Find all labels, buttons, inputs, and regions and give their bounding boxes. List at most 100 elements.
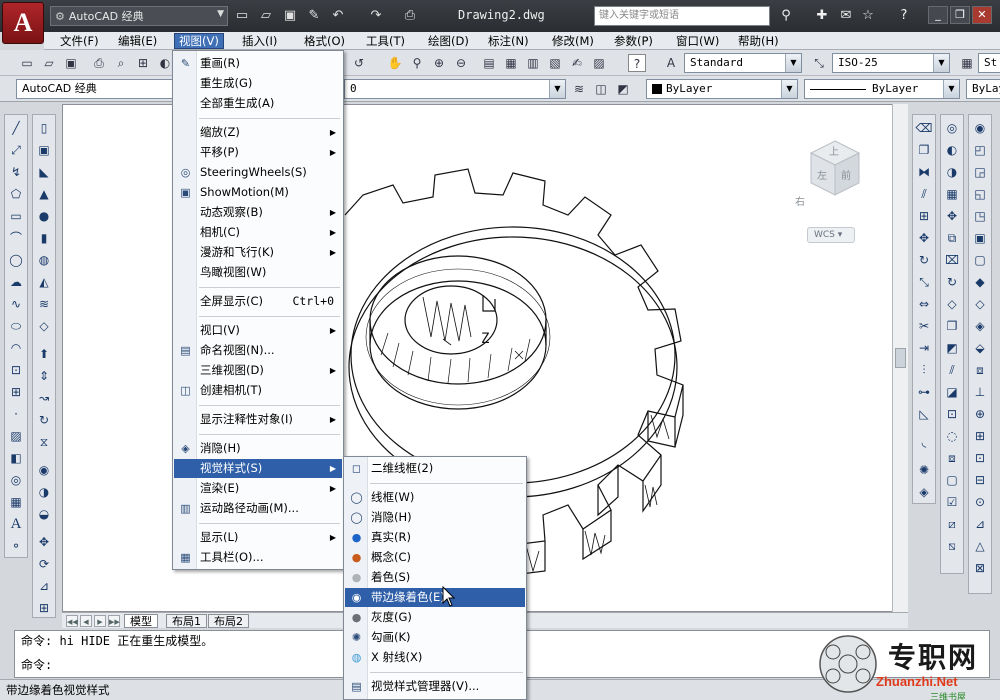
hatch-icon[interactable]: ▨ <box>7 427 25 445</box>
visual-style-item-4[interactable]: ● 真实(R) <box>345 528 525 547</box>
subscription-icon[interactable]: ✚ <box>812 6 832 26</box>
zoom-window-icon[interactable]: ⊕ <box>430 54 448 72</box>
front-view-icon[interactable]: ▣ <box>971 229 989 247</box>
mirror-icon[interactable]: ⧓ <box>915 163 933 181</box>
first-tab-icon[interactable]: ◀◀ <box>66 615 78 627</box>
line-icon[interactable]: ╱ <box>7 119 25 137</box>
view-menu-item-2[interactable]: 全部重生成(A) <box>174 94 342 113</box>
view-menu-item-13[interactable]: 全屏显示(C) Ctrl+0 <box>174 292 342 311</box>
ucs-object-icon[interactable]: ⊡ <box>971 449 989 467</box>
visual-style-item-10[interactable]: ◍ X 射线(X) <box>345 648 525 667</box>
view-menu-item-28[interactable]: ▦ 工具栏(O)... <box>174 548 342 567</box>
view-menu-item-16[interactable]: ▤ 命名视图(N)... <box>174 341 342 360</box>
top-view-icon[interactable]: ◰ <box>971 141 989 159</box>
check-icon[interactable]: ☑ <box>943 493 961 511</box>
menu-dimension[interactable]: 标注(N) <box>484 33 533 49</box>
polysolid-icon[interactable]: ▯ <box>35 119 53 137</box>
ucs-origin-icon[interactable]: ⊙ <box>971 493 989 511</box>
mtext-icon[interactable]: A <box>7 515 25 533</box>
offset-faces-icon[interactable]: ⧉ <box>943 229 961 247</box>
scroll-thumb[interactable] <box>895 348 906 368</box>
menu-parameters[interactable]: 参数(P) <box>610 33 657 49</box>
view-menu-item-11[interactable]: 鸟瞰视图(W) <box>174 263 342 282</box>
stretch-icon[interactable]: ⇔ <box>915 295 933 313</box>
prev-tab-icon[interactable]: ◀ <box>80 615 92 627</box>
menu-format[interactable]: 格式(O) <box>300 33 349 49</box>
extrude-faces-icon[interactable]: ▦ <box>943 185 961 203</box>
circle-icon[interactable]: ◯ <box>7 251 25 269</box>
clean-icon[interactable]: ◌ <box>943 427 961 445</box>
visual-style-item-5[interactable]: ● 概念(C) <box>345 548 525 567</box>
back-view-icon[interactable]: ▢ <box>971 251 989 269</box>
array-icon[interactable]: ⊞ <box>915 207 933 225</box>
table-icon[interactable]: ▦ <box>7 493 25 511</box>
rotate-icon[interactable]: ↻ <box>915 251 933 269</box>
view-menu-item-27[interactable]: 显示(L) ▶ <box>174 528 342 547</box>
viewcube-front[interactable]: 前 <box>841 167 851 182</box>
qnew-icon[interactable]: ▭ <box>18 54 36 72</box>
layer-select[interactable]: 0 ▼ <box>344 79 566 99</box>
command-prompt[interactable]: 命令: <box>21 657 52 673</box>
visual-style-item-9[interactable]: ✺ 勾画(K) <box>345 628 525 647</box>
sheet-set-icon[interactable]: ▧ <box>546 54 564 72</box>
favorites-icon[interactable]: ☆ <box>858 6 878 26</box>
publish-icon[interactable]: ⊞ <box>134 54 152 72</box>
print-icon[interactable]: ⎙ <box>400 6 420 26</box>
ucs-apply-icon[interactable]: ⊠ <box>971 559 989 577</box>
menu-insert[interactable]: 插入(I) <box>238 33 281 49</box>
binoculars-icon[interactable]: ⚲ <box>776 6 796 26</box>
3d-rotate-icon[interactable]: ⟳ <box>35 555 53 573</box>
last-tab-icon[interactable]: ▶▶ <box>108 615 120 627</box>
lineweight-select[interactable]: ByLayer <box>966 79 1000 99</box>
tool-palettes-icon[interactable]: ▥ <box>524 54 542 72</box>
view-menu-item-18[interactable]: ◫ 创建相机(T) <box>174 381 342 400</box>
color-faces-icon[interactable]: ◩ <box>943 339 961 357</box>
bottom-view-icon[interactable]: ◲ <box>971 163 989 181</box>
visual-style-item-8[interactable]: ● 灰度(G) <box>345 608 525 627</box>
view-menu-item-20[interactable]: 显示注释性对象(I) ▶ <box>174 410 342 429</box>
minimize-button[interactable]: _ <box>928 6 948 24</box>
ucs-view-icon[interactable]: ⊟ <box>971 471 989 489</box>
layer-walk-icon[interactable]: ◩ <box>614 80 632 98</box>
save-as-icon[interactable]: ✎ <box>304 6 324 26</box>
cone-icon[interactable]: ▲ <box>35 185 53 203</box>
rotate-faces-icon[interactable]: ↻ <box>943 273 961 291</box>
shell-icon[interactable]: ▢ <box>943 471 961 489</box>
move-faces-icon[interactable]: ✥ <box>943 207 961 225</box>
save-toolbar-icon[interactable]: ▣ <box>62 54 80 72</box>
3d-move-icon[interactable]: ✥ <box>35 533 53 551</box>
construction-line-icon[interactable]: ⤢ <box>7 141 25 159</box>
text-style-icon[interactable]: A <box>662 54 680 72</box>
taper-faces-icon[interactable]: ◇ <box>943 295 961 313</box>
extrude-icon[interactable]: ⬆ <box>35 345 53 363</box>
presspull-icon[interactable]: ⇕ <box>35 367 53 385</box>
dim-style-icon[interactable]: ⤡ <box>810 54 828 72</box>
view-menu-item-23[interactable]: 视觉样式(S) ▶ <box>174 459 342 478</box>
visual-style-item-12[interactable]: ▤ 视觉样式管理器(V)... <box>345 677 525 696</box>
slice-icon[interactable]: ⧄ <box>943 515 961 533</box>
3d-array-icon[interactable]: ⊞ <box>35 599 53 617</box>
save-icon[interactable]: ▣ <box>280 6 300 26</box>
help-icon[interactable]: ? <box>894 6 914 26</box>
scale-icon[interactable]: ⤡ <box>915 273 933 291</box>
named-views-icon[interactable]: ◉ <box>971 119 989 137</box>
region-icon[interactable]: ◎ <box>7 471 25 489</box>
fillet-icon[interactable]: ◟ <box>915 433 933 451</box>
open-icon[interactable]: ▱ <box>40 54 58 72</box>
box-icon[interactable]: ▣ <box>35 141 53 159</box>
rectangle-icon[interactable]: ▭ <box>7 207 25 225</box>
camera-toolbar-icon[interactable]: ⧈ <box>971 361 989 379</box>
zoom-realtime-icon[interactable]: ⚲ <box>408 54 426 72</box>
offset-icon[interactable]: ⫽ <box>915 185 933 203</box>
polygon-icon[interactable]: ⬠ <box>7 185 25 203</box>
view-menu-item-7[interactable]: ▣ ShowMotion(M) <box>174 183 342 202</box>
view-menu-item-9[interactable]: 相机(C) ▶ <box>174 223 342 242</box>
helix-icon[interactable]: ≋ <box>35 295 53 313</box>
section-icon[interactable]: ⧅ <box>943 537 961 555</box>
ucs-world-icon[interactable]: ⊕ <box>971 405 989 423</box>
view-menu-item-8[interactable]: 动态观察(B) ▶ <box>174 203 342 222</box>
intersect-right-icon[interactable]: ◑ <box>943 163 961 181</box>
menu-draw[interactable]: 绘图(D) <box>424 33 473 49</box>
sweep-icon[interactable]: ↝ <box>35 389 53 407</box>
menu-tools[interactable]: 工具(T) <box>362 33 409 49</box>
